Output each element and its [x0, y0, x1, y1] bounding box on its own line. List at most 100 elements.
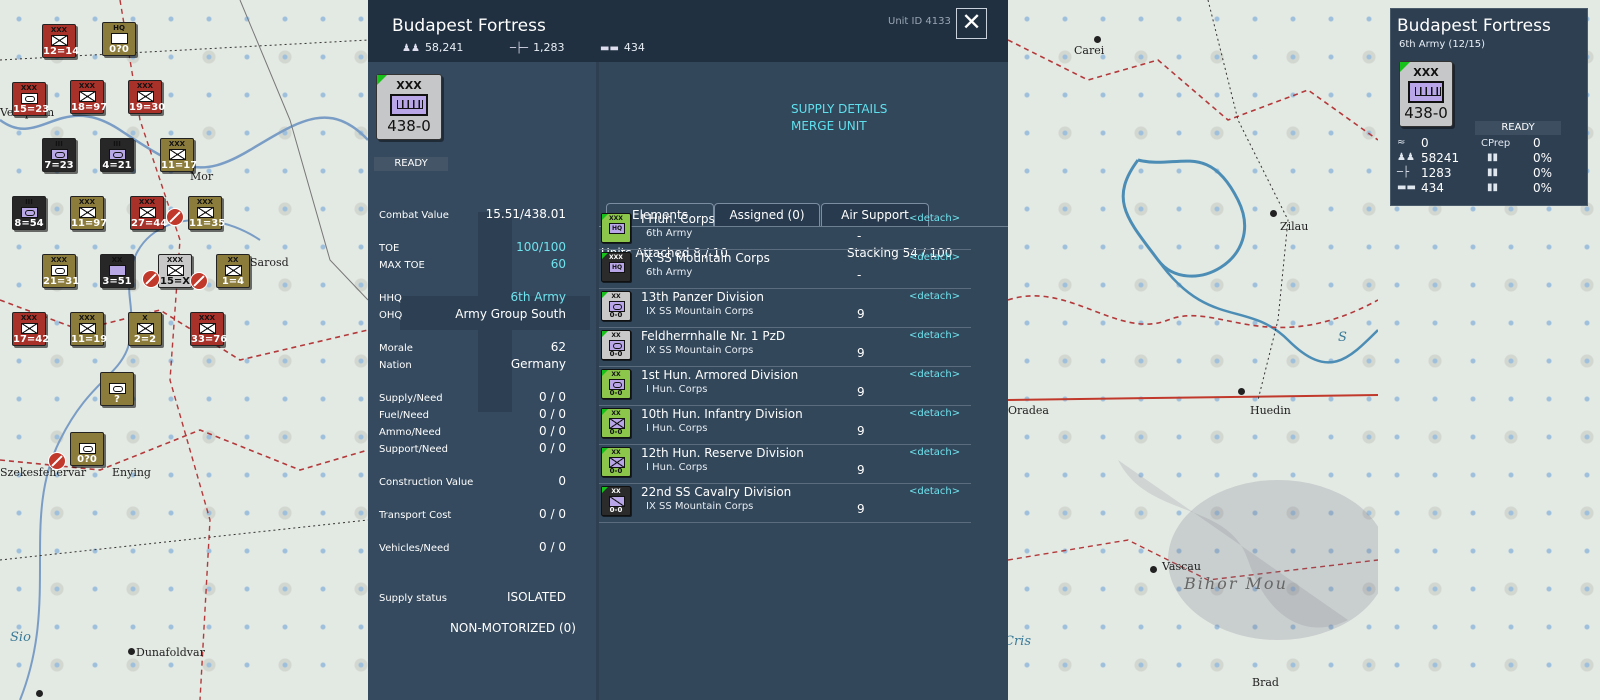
unit-counter[interactable]: XXX 11=19 [70, 312, 108, 346]
unit-size: III [55, 140, 63, 148]
element-name[interactable]: 1st Hun. Armored Division [641, 368, 798, 382]
unit-size: XX [111, 256, 123, 264]
unit-type-symbol [390, 94, 428, 116]
unit-strength: 11=19 [71, 334, 108, 345]
summary-unit-strength: 438-0 [1404, 104, 1448, 122]
detach-link[interactable]: <detach> [909, 447, 960, 458]
detach-link[interactable]: <detach> [909, 369, 960, 380]
town-dot [1238, 388, 1245, 395]
unit-counter[interactable]: III 8=54 [12, 196, 46, 230]
unit-counter[interactable]: XXX 19=30 [128, 80, 166, 114]
element-stack-size: 9 [857, 424, 865, 438]
summary-tanks: 434 [1421, 181, 1444, 195]
unit-size: X [142, 314, 148, 322]
unit-strength: 19=30 [129, 102, 166, 113]
unit-size: XXX [396, 79, 422, 92]
unit-counter[interactable]: XXX 12=14 [42, 24, 80, 58]
unit-strength: 12=14 [43, 46, 80, 57]
stat-label: OHQ [379, 310, 403, 321]
unit-counter[interactable]: XXX 21=31 [42, 254, 79, 288]
hq-symbol-icon: HQ [609, 262, 625, 273]
unit-size: XXX [166, 256, 184, 264]
element-name[interactable]: I Hun. Corps [641, 212, 715, 226]
element-row[interactable]: XXX HQ IX SS Mountain Corps 6th Army - <detac… [599, 249, 971, 289]
unit-type-icon [79, 207, 96, 218]
element-name[interactable]: IX SS Mountain Corps [641, 251, 770, 265]
unit-counter[interactable]: ? [100, 372, 134, 406]
town-dot [128, 648, 135, 655]
unit-strength: 0?0 [77, 454, 97, 465]
place-label: Carei [1074, 44, 1105, 57]
element-row[interactable]: XX 0-0 12th Hun. Reserve Division I Hun. Co… [599, 444, 971, 484]
element-row[interactable]: XX 0-0 1st Hun. Armored Division I Hun. Cor… [599, 366, 971, 406]
summary-counter[interactable]: XXX 438-0 [1399, 61, 1453, 127]
unit-size: XXX [78, 314, 96, 322]
detach-link[interactable]: <detach> [909, 486, 960, 497]
element-stack-size: 9 [857, 346, 865, 360]
river-label: Cris [1008, 634, 1031, 649]
unit-counter[interactable]: XXX 15=23 [12, 82, 49, 116]
element-row[interactable]: XX 0-0 Feldherrnhalle Nr. 1 PzD IX SS Mount… [599, 327, 971, 367]
summary-guns: 1283 [1421, 166, 1452, 180]
unit-type-icon [225, 265, 242, 276]
detach-link[interactable]: <detach> [909, 291, 960, 302]
unit-size: XXX [78, 198, 96, 206]
no-supply-icon [48, 452, 66, 470]
unit-counter[interactable]: XXX 438-0 [376, 74, 442, 140]
unit-counter[interactable]: XXX 11=97 [70, 196, 107, 230]
supply-details-link[interactable]: SUPPLY DETAILS [791, 102, 887, 116]
element-stack-size: 9 [857, 502, 865, 516]
summary-ready-badge: READY [1475, 121, 1561, 135]
stat-value: 0 [558, 474, 566, 488]
unit-counter[interactable]: HQ 0?0 [102, 22, 136, 56]
unit-size: XXX [138, 198, 156, 206]
element-name[interactable]: 22nd SS Cavalry Division [641, 485, 791, 499]
element-row[interactable]: XXX HQ I Hun. Corps 6th Army - <detach> [599, 210, 971, 250]
element-name[interactable]: 10th Hun. Infantry Division [641, 407, 803, 421]
unit-counter[interactable]: XXX 11=35 [188, 196, 225, 230]
element-parent: IX SS Mountain Corps [646, 501, 754, 512]
element-row[interactable]: XX 0-0 22nd SS Cavalry Division IX SS Mount… [599, 483, 971, 523]
close-button[interactable]: ✕ [956, 8, 987, 39]
unit-counter[interactable]: XXX 33=76 [190, 312, 227, 346]
gun-icon: ─├ [1397, 167, 1410, 178]
element-size-badge: XX [611, 332, 621, 339]
element-parent: IX SS Mountain Corps [646, 306, 754, 317]
unit-counter[interactable]: 0?0 [70, 432, 104, 466]
unit-counter[interactable]: XX 1=4 [216, 254, 250, 288]
unit-counter[interactable]: XXX 11=17 [160, 138, 198, 172]
unit-strength: 18=97 [71, 102, 108, 113]
map-area-left[interactable]: Sarosd Szekesfehervar Enying Sio Dunafol… [0, 0, 368, 700]
detach-link[interactable]: <detach> [909, 408, 960, 419]
element-name[interactable]: 12th Hun. Reserve Division [641, 446, 804, 460]
element-name[interactable]: Feldherrnhalle Nr. 1 PzD [641, 329, 785, 343]
unit-type-icon [199, 323, 216, 334]
unit-counter[interactable]: X 2=2 [128, 312, 162, 346]
tanks-stat: ▬▬ 434 [600, 41, 645, 54]
place-label: Szekesfehervar [0, 466, 87, 479]
detach-link[interactable]: <detach> [909, 330, 960, 341]
detach-link[interactable]: <detach> [909, 213, 960, 224]
unit-counter[interactable]: III 7=23 [42, 138, 76, 172]
unit-strength: 11=17 [161, 160, 198, 171]
element-row[interactable]: XX 0-0 13th Panzer Division IX SS Mountain … [599, 288, 971, 328]
no-supply-icon [142, 270, 160, 288]
fatigue-icon: ≈ [1397, 137, 1406, 148]
map-area-right[interactable]: Carei Zilau Oradea Huedin Vascau Bihor M… [1008, 0, 1378, 700]
element-row[interactable]: XX 0-0 10th Hun. Infantry Division I Hun. C… [599, 405, 971, 445]
unit-counter[interactable]: XXX 18=97 [70, 80, 108, 114]
element-name[interactable]: 13th Panzer Division [641, 290, 764, 304]
unit-type-icon [79, 323, 96, 334]
stat-label: Morale [379, 343, 413, 354]
unit-counter[interactable]: XXX 17=42 [12, 312, 49, 346]
unit-size: HQ [113, 24, 125, 32]
merge-unit-link[interactable]: MERGE UNIT [791, 119, 867, 133]
element-strength: 0-0 [609, 506, 623, 514]
unit-counter[interactable]: XXX 15=X [158, 254, 192, 288]
unit-counter[interactable]: III 4=21 [100, 138, 134, 172]
unit-size: XXX [20, 84, 38, 92]
unit-counter[interactable]: XXX 27=44 [130, 196, 167, 230]
unit-size: III [25, 198, 33, 206]
unit-counter[interactable]: XX 3=51 [100, 254, 134, 288]
detach-link[interactable]: <detach> [909, 252, 960, 263]
